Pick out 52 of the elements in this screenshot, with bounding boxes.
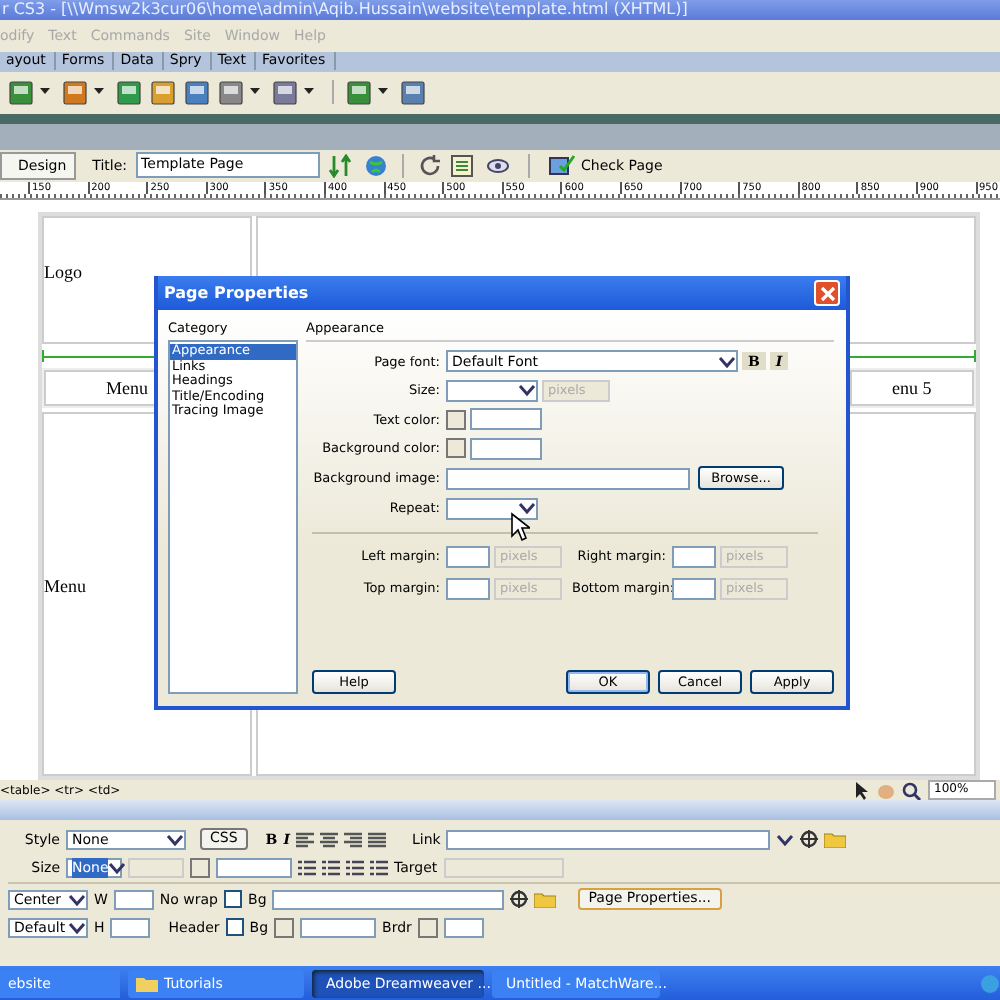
align-center-icon[interactable] <box>319 831 338 848</box>
dropdown-arrow-icon[interactable] <box>304 88 314 97</box>
dropdown-arrow-icon[interactable] <box>250 88 260 97</box>
text-color-field[interactable] <box>470 408 542 430</box>
eye-icon[interactable] <box>485 153 514 178</box>
dropdown-arrow-icon[interactable] <box>40 88 50 97</box>
menu-text: Menu <box>44 576 86 597</box>
background-image-field[interactable] <box>272 889 505 910</box>
dropdown-arrow-icon[interactable] <box>94 88 104 97</box>
margin-field[interactable] <box>446 545 490 567</box>
dialog-title: Page Properties <box>164 284 309 302</box>
target-icon[interactable] <box>510 890 529 909</box>
target-icon[interactable] <box>800 830 819 849</box>
margin-field[interactable] <box>446 577 490 599</box>
color-field[interactable] <box>216 857 292 878</box>
color-swatch[interactable] <box>417 917 438 938</box>
window-title: r CS3 - [\\Wmsw2k3cur06\home\admin\Aqib.Hussain\website\template.html (XHTML)] <box>2 0 688 20</box>
logo-text: Logo <box>44 262 82 283</box>
bulleted-list-icon[interactable] <box>298 859 316 876</box>
border-color-field[interactable] <box>443 917 484 938</box>
close-icon <box>819 285 835 301</box>
justify-icon[interactable] <box>367 831 386 848</box>
folder-icon <box>136 975 158 992</box>
menu-cell: enu 5 <box>850 370 974 407</box>
color-swatch[interactable] <box>274 917 295 938</box>
color-swatch[interactable] <box>446 409 466 429</box>
pointer-icon[interactable] <box>852 781 870 800</box>
color-swatch[interactable] <box>190 857 210 878</box>
width-field[interactable] <box>113 889 154 910</box>
header-checkbox[interactable] <box>225 918 244 937</box>
align-left-icon[interactable] <box>295 831 314 848</box>
close-button[interactable] <box>814 280 840 306</box>
sort-arrows-icon[interactable] <box>327 153 356 178</box>
size-select[interactable] <box>446 379 538 401</box>
height-field[interactable] <box>110 917 151 938</box>
mouse-cursor-icon <box>510 512 530 542</box>
refresh-icon[interactable] <box>417 153 442 178</box>
margin-field[interactable] <box>672 577 716 599</box>
check-page-icon <box>547 154 576 177</box>
no-wrap-checkbox[interactable] <box>224 890 243 909</box>
color-swatch[interactable] <box>446 438 466 458</box>
zoom-icon[interactable] <box>902 781 922 800</box>
globe-icon[interactable] <box>363 153 388 178</box>
view-options-icon[interactable] <box>449 153 478 178</box>
background-color-field[interactable] <box>470 437 542 459</box>
color-field[interactable] <box>300 917 377 938</box>
margin-field[interactable] <box>672 545 716 567</box>
dropdown-arrow-icon[interactable] <box>378 88 388 97</box>
align-right-icon[interactable] <box>343 831 362 848</box>
repeat-select[interactable] <box>446 497 538 519</box>
background-image-field[interactable] <box>446 467 690 489</box>
link-field[interactable] <box>446 829 771 850</box>
